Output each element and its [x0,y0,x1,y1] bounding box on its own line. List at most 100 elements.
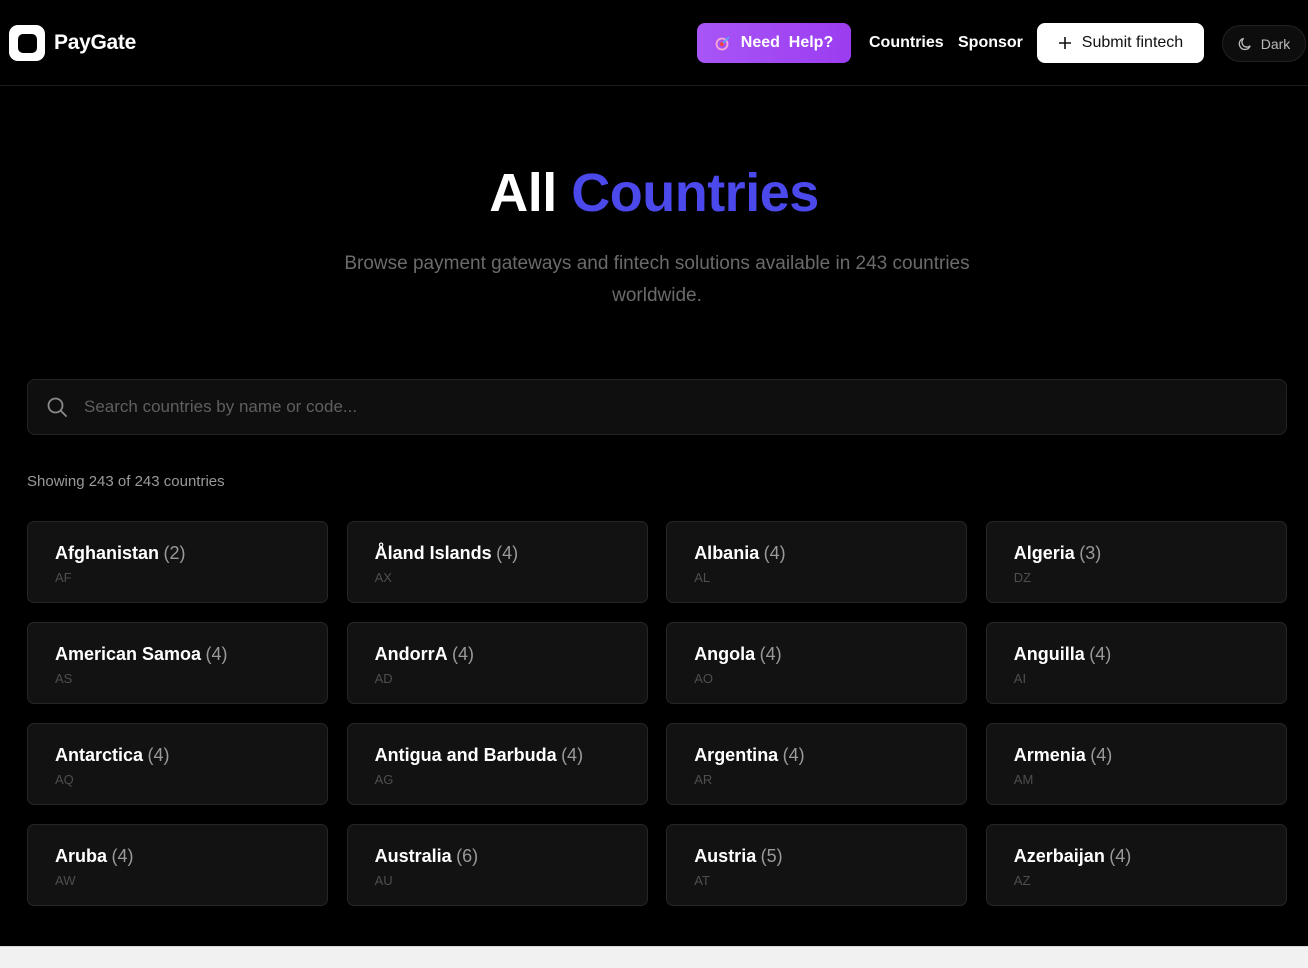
country-card[interactable]: Argentina (4) AR [666,723,968,805]
country-name: Åland Islands [374,543,492,563]
country-card[interactable]: Algeria (3) DZ [985,521,1287,603]
country-name: Armenia [1013,745,1086,765]
country-provider-count: (4) [452,644,475,664]
country-name: Albania [694,543,760,563]
country-title: Algeria (3) [1014,543,1286,564]
country-provider-count: (4) [759,644,782,664]
country-name: AndorrA [374,644,448,664]
country-code: AI [1013,671,1027,686]
country-title: Afghanistan (2) [55,543,327,564]
country-code: AS [55,671,73,686]
country-card[interactable]: Antigua and Barbuda (4) AG [346,723,648,805]
country-name: Argentina [694,745,779,765]
country-card[interactable]: Armenia (4) AM [985,723,1287,805]
country-card[interactable]: Angola (4) AO [666,622,968,704]
country-provider-count: (4) [782,745,805,765]
search-icon [47,397,67,417]
country-name: American Samoa [55,644,202,664]
theme-toggle[interactable]: Dark [1222,25,1306,62]
country-code: AW [55,873,76,888]
country-provider-count: (4) [147,745,170,765]
country-title: Antarctica (4) [55,745,327,766]
country-name: Anguilla [1013,644,1085,664]
country-provider-count: (3) [1079,543,1102,563]
title-plain: All [489,163,557,223]
country-code: DZ [1013,570,1032,585]
need-help-button[interactable]: Need Help? [697,23,851,63]
country-provider-count: (4) [763,543,786,563]
target-icon [715,36,730,51]
country-title: Aruba (4) [55,846,327,867]
country-title: Azerbaijan (4) [1014,846,1286,867]
country-title: Argentina (4) [694,745,966,766]
results-count: Showing 243 of 243 countries [27,473,225,490]
page-subtitle: Browse payment gateways and fintech solu… [344,253,970,306]
country-name: Antarctica [55,745,144,765]
country-provider-count: (4) [496,543,519,563]
country-name: Antigua and Barbuda [374,745,557,765]
country-card[interactable]: AndorrA (4) AD [346,622,648,704]
country-title: Antigua and Barbuda (4) [375,745,647,766]
country-name: Algeria [1013,543,1075,563]
country-code: AL [694,570,711,585]
brand-name: PayGate [54,31,136,54]
search-bar [27,379,1287,435]
country-code: AZ [1013,873,1031,888]
country-card[interactable]: American Samoa (4) AS [27,622,328,704]
country-code: AG [374,772,394,787]
country-card[interactable]: Austria (5) AT [666,824,968,906]
page-title: All Countries [0,162,1308,224]
country-title: Angola (4) [694,644,966,665]
country-provider-count: (4) [111,846,134,866]
country-code: AF [55,570,72,585]
country-provider-count: (2) [163,543,186,563]
brand-logo[interactable]: PayGate [9,25,136,61]
country-provider-count: (4) [205,644,228,664]
country-provider-count: (4) [1109,846,1132,866]
title-accent: Countries [571,163,819,223]
country-title: Austria (5) [694,846,966,867]
logo-icon [9,25,45,61]
country-code: AT [694,873,710,888]
country-code: AR [694,772,713,787]
need-help-label: Need Help? [740,34,834,51]
country-provider-count: (4) [1089,644,1112,664]
country-title: American Samoa (4) [55,644,327,665]
search-input[interactable] [82,396,1286,418]
theme-label: Dark [1260,35,1291,52]
os-taskbar [0,946,1308,968]
country-card[interactable]: Australia (6) AU [346,824,648,906]
country-name: Aruba [55,846,108,866]
country-provider-count: (5) [760,846,783,866]
country-card[interactable]: Aruba (4) AW [27,824,328,906]
country-code: AQ [55,772,74,787]
submit-fintech-button[interactable]: Submit fintech [1037,23,1204,63]
country-card[interactable]: Afghanistan (2) AF [27,521,328,603]
country-provider-count: (4) [561,745,584,765]
country-name: Angola [694,644,756,664]
country-card[interactable]: Albania (4) AL [666,521,968,603]
country-title: Anguilla (4) [1014,644,1286,665]
country-title: Åland Islands (4) [375,543,647,564]
nav-countries[interactable]: Countries [869,34,944,52]
country-provider-count: (4) [1090,745,1113,765]
country-title: Albania (4) [694,543,966,564]
submit-fintech-label: Submit fintech [1081,34,1184,51]
country-name: Afghanistan [55,543,160,563]
country-card[interactable]: Azerbaijan (4) AZ [985,824,1287,906]
country-name: Australia [374,846,452,866]
country-title: Australia (6) [375,846,647,867]
country-title: AndorrA (4) [375,644,647,665]
country-grid: Afghanistan (2) AF Åland Islands (4) AX Alba… [27,521,1287,906]
country-card[interactable]: Antarctica (4) AQ [27,723,328,805]
country-code: AU [374,873,393,888]
country-code: AO [694,671,713,686]
country-name: Azerbaijan [1013,846,1105,866]
country-code: AM [1013,772,1034,787]
country-provider-count: (6) [456,846,479,866]
country-code: AX [374,570,392,585]
country-card[interactable]: Åland Islands (4) AX [346,521,648,603]
country-title: Armenia (4) [1014,745,1286,766]
nav-sponsor[interactable]: Sponsor [958,34,1023,52]
country-card[interactable]: Anguilla (4) AI [985,622,1287,704]
